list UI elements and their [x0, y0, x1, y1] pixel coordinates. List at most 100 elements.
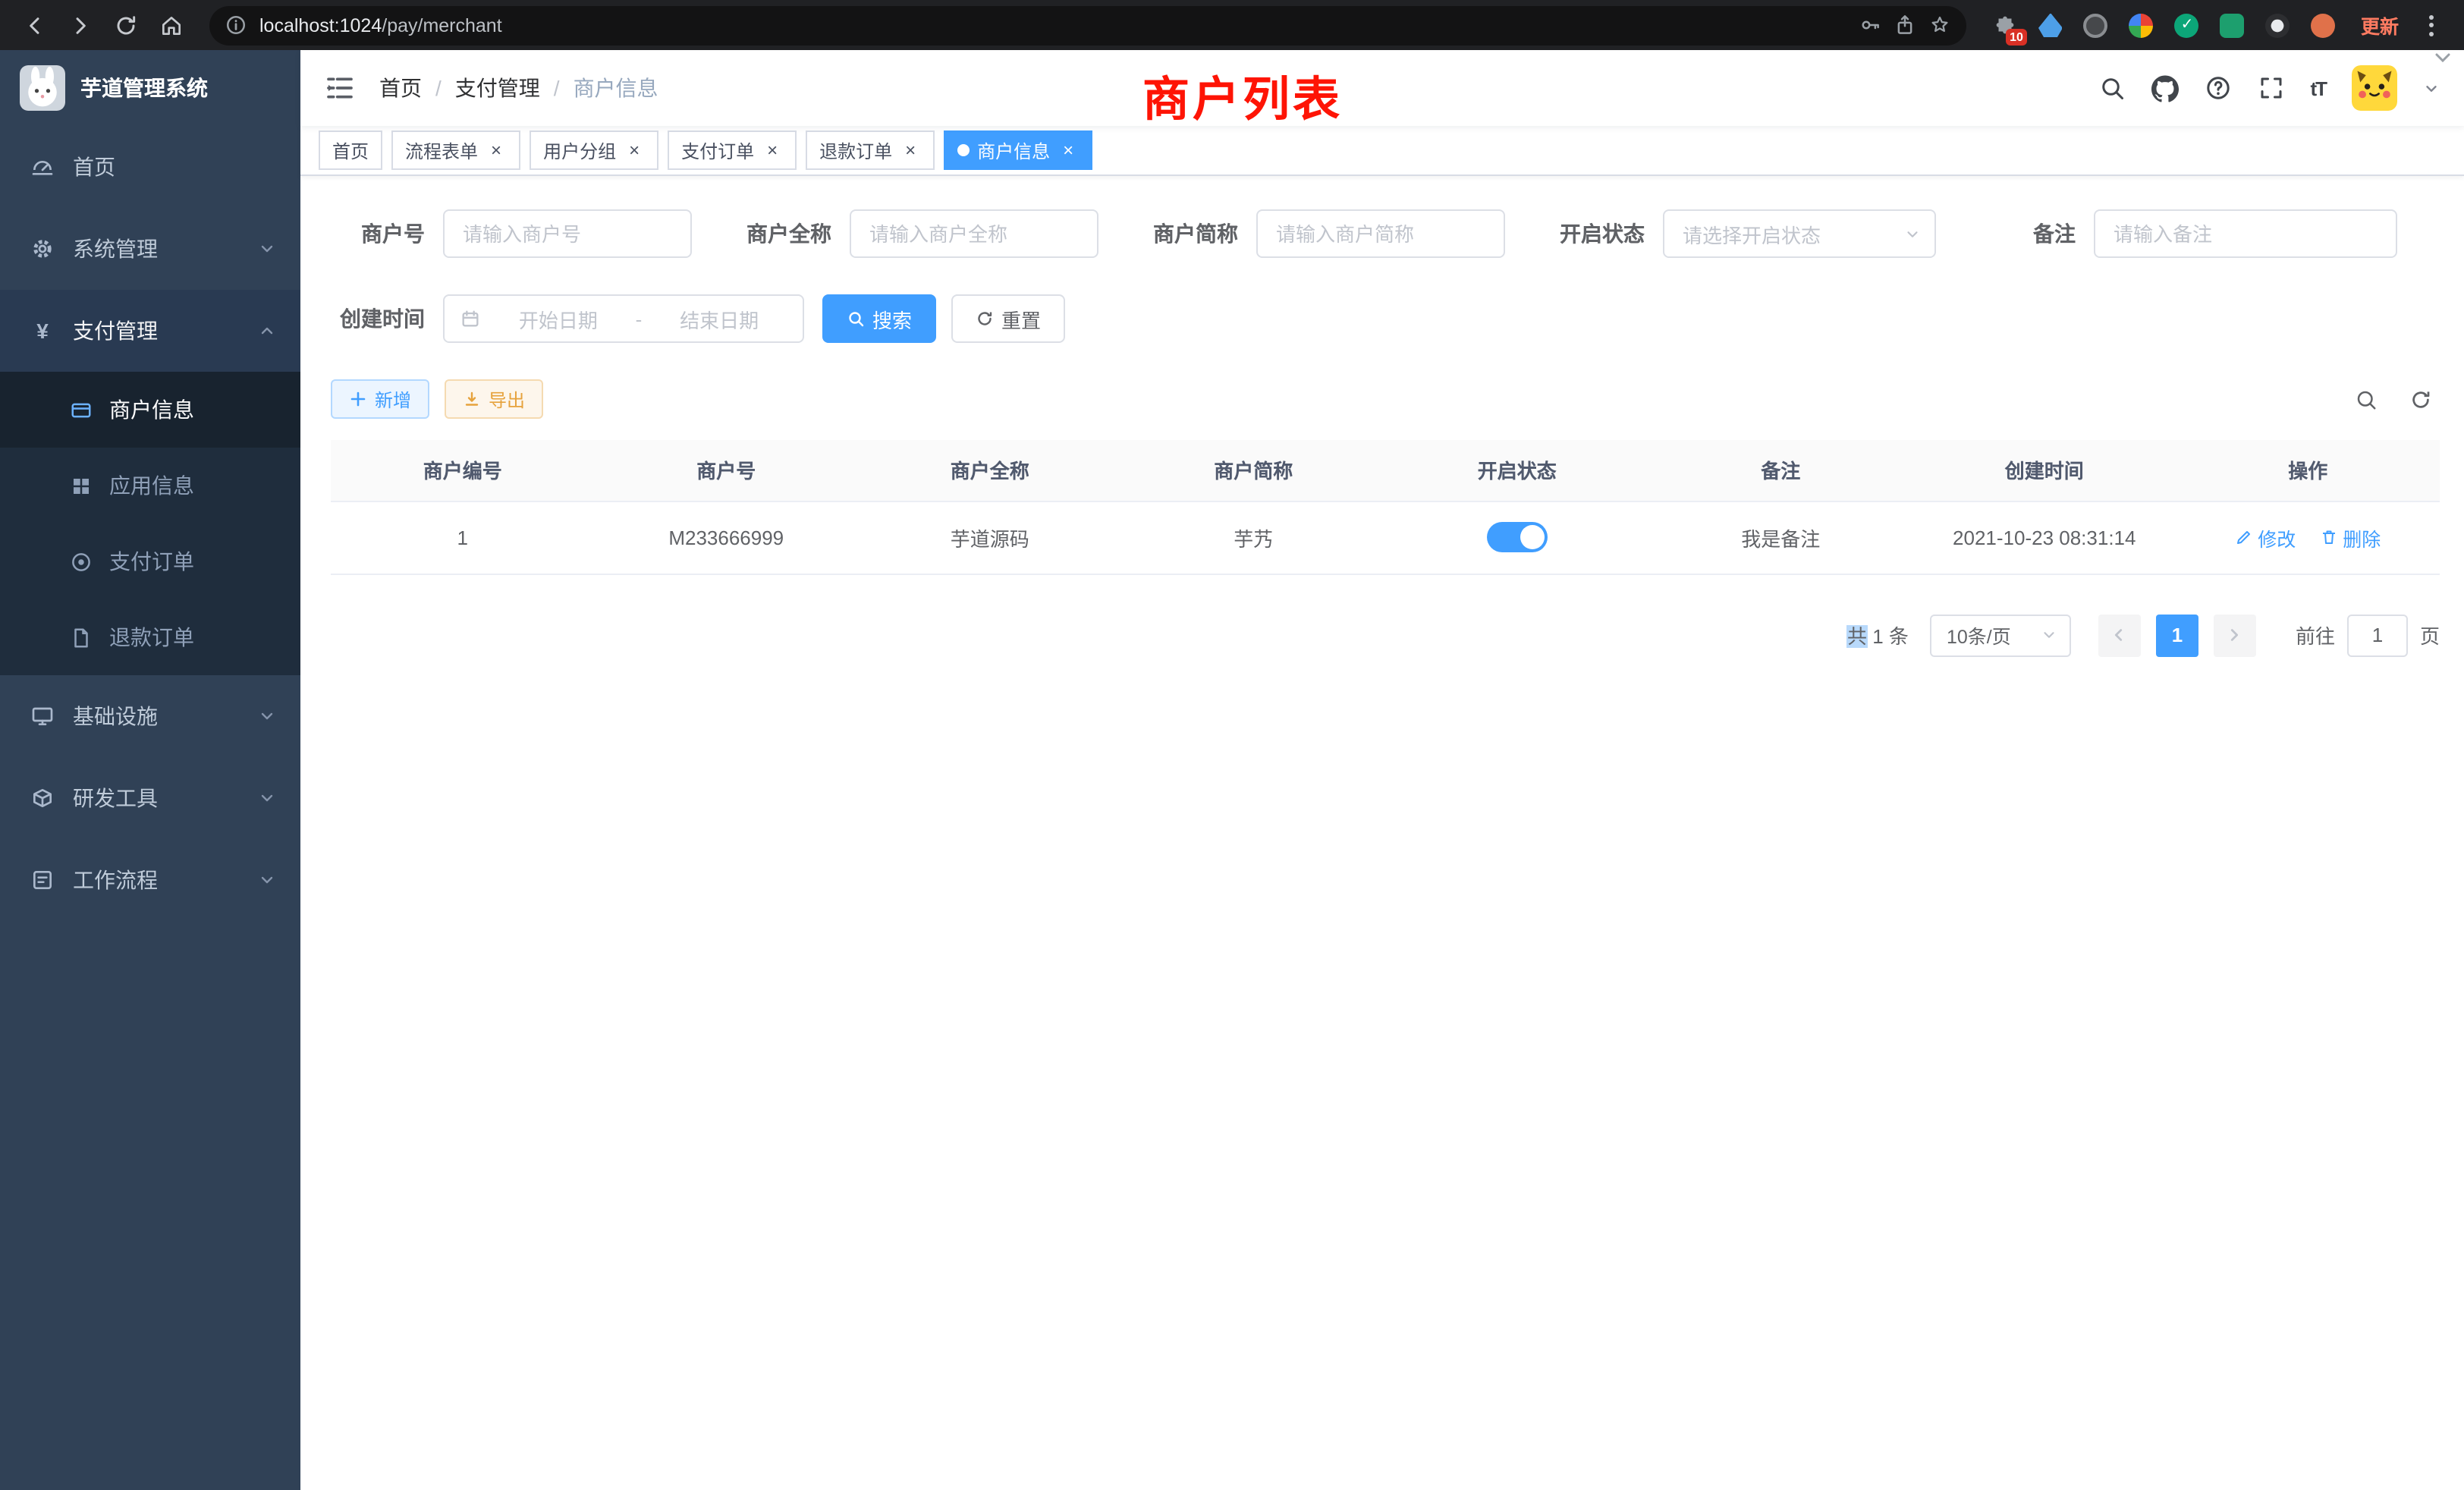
- toggle-search-button[interactable]: [2346, 379, 2385, 419]
- help-icon[interactable]: [2204, 74, 2231, 102]
- bookmark-star-icon[interactable]: [1928, 14, 1951, 36]
- full-name-input[interactable]: [850, 209, 1098, 258]
- search-button[interactable]: 搜索: [822, 294, 936, 343]
- reset-button[interactable]: 重置: [951, 294, 1065, 343]
- goto-page-input[interactable]: [2347, 614, 2408, 656]
- tab-process-form[interactable]: 流程表单×: [391, 130, 520, 170]
- select-placeholder: 请选择开启状态: [1683, 219, 1821, 248]
- tab-refund-order[interactable]: 退款订单×: [806, 130, 935, 170]
- sidebar-item-workflow[interactable]: 工作流程: [0, 839, 300, 921]
- clipboard-icon: [30, 868, 55, 892]
- sidebar-item-devtools[interactable]: 研发工具: [0, 757, 300, 839]
- tab-pay-order[interactable]: 支付订单×: [668, 130, 797, 170]
- sidebar-item-label: 应用信息: [109, 470, 194, 501]
- button-label: 删除: [2343, 523, 2381, 552]
- monitor-icon: [30, 704, 55, 728]
- tab-home[interactable]: 首页: [319, 130, 382, 170]
- sidebar-item-merchant-info[interactable]: 商户信息: [0, 372, 300, 448]
- tab-label: 用户分组: [543, 137, 616, 163]
- app-shell: 芋道管理系统 首页 系统管理 ¥ 支付管理 商户信息: [0, 50, 2464, 1490]
- url-path: /pay/merchant: [382, 14, 501, 36]
- tab-close-icon[interactable]: ×: [900, 140, 921, 161]
- prev-page-button[interactable]: [2098, 614, 2141, 656]
- extension-badge: 10: [2006, 29, 2027, 46]
- search-icon[interactable]: [2098, 74, 2125, 102]
- sidebar-toggle-icon[interactable]: [325, 73, 355, 103]
- status-select[interactable]: 请选择开启状态: [1663, 209, 1936, 258]
- browser-back-button[interactable]: [15, 5, 55, 45]
- cell-merchant-id: 1: [331, 501, 595, 574]
- browser-menu-icon[interactable]: [2418, 14, 2443, 36]
- browser-forward-button[interactable]: [61, 5, 100, 45]
- merchant-no-input[interactable]: [443, 209, 692, 258]
- extension-drop-icon[interactable]: [2036, 11, 2065, 39]
- url-text: localhost:1024/pay/merchant: [259, 14, 502, 36]
- export-button[interactable]: 导出: [445, 379, 543, 419]
- next-page-button[interactable]: [2214, 614, 2256, 656]
- page-number-button[interactable]: 1: [2156, 614, 2198, 656]
- col-short-name: 商户简称: [1122, 440, 1386, 501]
- remark-input[interactable]: [2094, 209, 2397, 258]
- extension-doc-icon[interactable]: [2218, 11, 2247, 39]
- status-toggle[interactable]: [1487, 522, 1548, 552]
- active-tab-dot: [957, 144, 970, 156]
- toolbar-overflow-caret-icon[interactable]: [2434, 52, 2452, 64]
- tab-close-icon[interactable]: ×: [1058, 140, 1079, 161]
- refresh-table-button[interactable]: [2400, 379, 2440, 419]
- field-label: 备注: [1982, 218, 2076, 249]
- box-icon: [30, 786, 55, 810]
- extension-multicolor-icon[interactable]: [2127, 11, 2156, 39]
- profile-avatar-icon[interactable]: [2309, 11, 2338, 39]
- tab-merchant-info[interactable]: 商户信息×: [944, 130, 1092, 170]
- add-button[interactable]: 新增: [331, 379, 429, 419]
- sidebar-logo[interactable]: 芋道管理系统: [0, 50, 300, 126]
- extension-puzzle-icon[interactable]: 10: [1991, 11, 2019, 39]
- user-avatar[interactable]: [2352, 65, 2397, 111]
- tab-close-icon[interactable]: ×: [486, 140, 507, 161]
- site-info-icon[interactable]: [225, 14, 247, 36]
- sidebar-item-infra[interactable]: 基础设施: [0, 675, 300, 757]
- date-range-picker[interactable]: 开始日期 - 结束日期: [443, 294, 804, 343]
- screen: localhost:1024/pay/merchant 10 ✓ 更新: [0, 0, 2464, 1490]
- github-icon[interactable]: [2151, 74, 2178, 102]
- extension-dark-circle-icon[interactable]: [2082, 11, 2110, 39]
- sidebar-item-pay-order[interactable]: 支付订单: [0, 523, 300, 599]
- browser-reload-button[interactable]: [106, 5, 146, 45]
- search-icon: [847, 310, 865, 328]
- browser-home-button[interactable]: [152, 5, 191, 45]
- breadcrumb-separator: /: [554, 76, 560, 100]
- page-size-select[interactable]: 10条/页: [1930, 614, 2071, 656]
- tab-user-group[interactable]: 用户分组 ×: [530, 130, 658, 170]
- browser-toolbar: localhost:1024/pay/merchant 10 ✓ 更新: [0, 0, 2464, 50]
- content: 商户号 商户全称 商户简称 开启状态 请选择开启状态: [300, 176, 2464, 1490]
- share-icon[interactable]: [1894, 14, 1916, 36]
- breadcrumb-home[interactable]: 首页: [379, 73, 422, 103]
- navbar-actions: tT: [2098, 65, 2440, 111]
- delete-button[interactable]: 删除: [2320, 523, 2381, 552]
- sidebar-item-payment[interactable]: ¥ 支付管理: [0, 290, 300, 372]
- col-merchant-no: 商户号: [595, 440, 859, 501]
- col-actions: 操作: [2176, 440, 2440, 501]
- cell-actions: 修改 删除: [2176, 501, 2440, 574]
- short-name-input[interactable]: [1256, 209, 1505, 258]
- tab-close-icon[interactable]: ×: [624, 140, 645, 161]
- field-label: 开启状态: [1551, 218, 1645, 249]
- edit-button[interactable]: 修改: [2235, 523, 2296, 552]
- col-create-time: 创建时间: [1912, 440, 2176, 501]
- sidebar-item-system[interactable]: 系统管理: [0, 208, 300, 290]
- browser-update-button[interactable]: 更新: [2361, 11, 2399, 39]
- password-key-icon[interactable]: [1859, 14, 1881, 36]
- extension-fan-icon[interactable]: [2264, 11, 2293, 39]
- sidebar-item-app-info[interactable]: 应用信息: [0, 448, 300, 523]
- tab-close-icon[interactable]: ×: [762, 140, 783, 161]
- address-bar[interactable]: localhost:1024/pay/merchant: [209, 5, 1966, 45]
- sidebar-item-refund-order[interactable]: 退款订单: [0, 599, 300, 675]
- sidebar-item-home[interactable]: 首页: [0, 126, 300, 208]
- breadcrumb-payment[interactable]: 支付管理: [455, 73, 540, 103]
- avatar-caret-icon[interactable]: [2423, 80, 2440, 96]
- pagination-total: 共 1 条: [1847, 621, 1909, 649]
- fullscreen-icon[interactable]: [2257, 74, 2284, 102]
- extension-check-icon[interactable]: ✓: [2173, 11, 2202, 39]
- cell-short-name: 芋艿: [1122, 501, 1386, 574]
- font-size-icon[interactable]: tT: [2310, 77, 2326, 99]
